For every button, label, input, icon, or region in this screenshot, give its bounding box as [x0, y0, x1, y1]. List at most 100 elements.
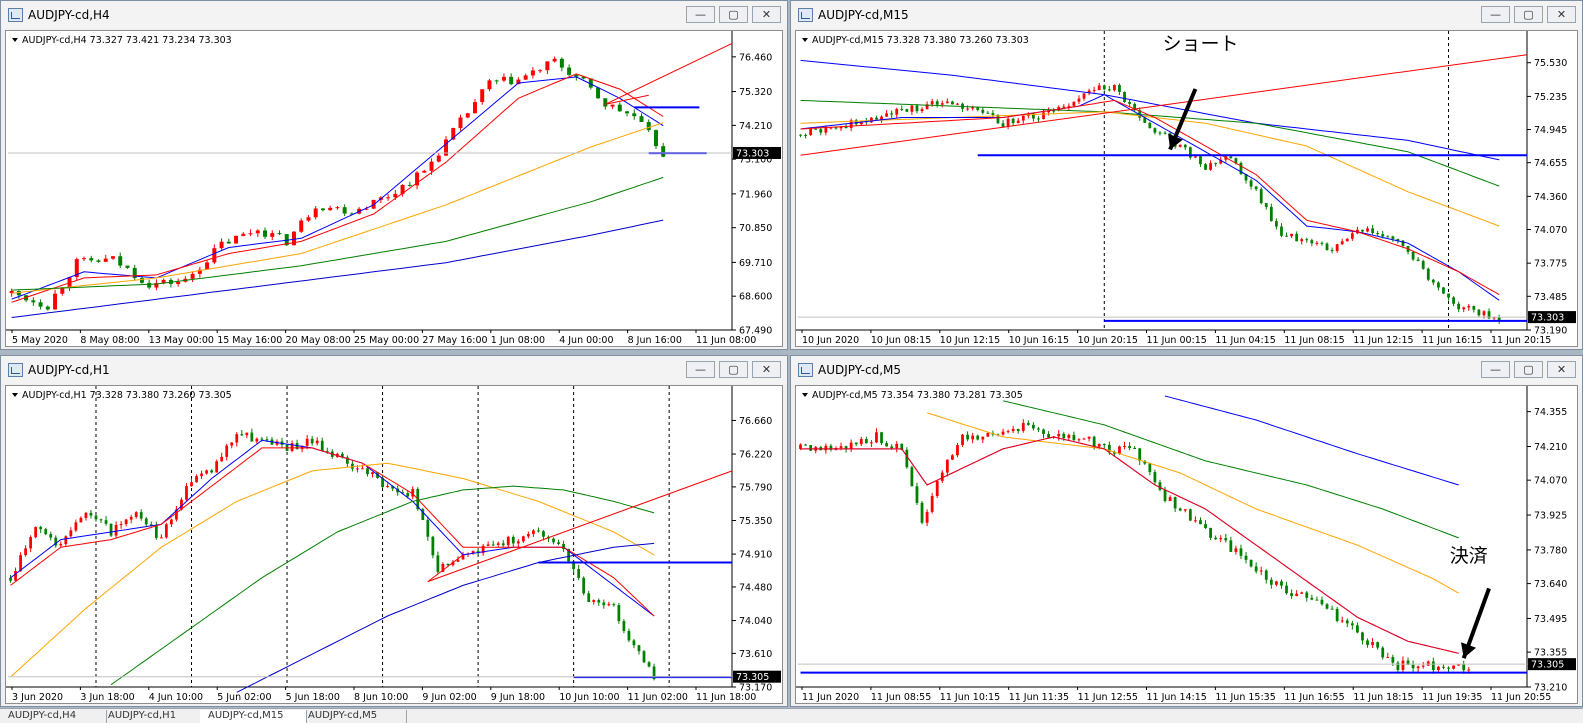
candle-body	[1361, 229, 1364, 232]
candle-body	[16, 290, 21, 296]
price-chart: 74.355 74.210 74.070 73.925 73.780 73.640 73.4…	[796, 386, 1576, 703]
candle-body	[875, 117, 878, 120]
candle-body	[1482, 311, 1486, 316]
candle-body	[809, 445, 813, 451]
time-tick-label: 9 Jun 02:00	[422, 692, 476, 703]
candle-body	[956, 444, 959, 456]
candle-body	[1244, 555, 1248, 560]
candle-body	[1102, 85, 1106, 90]
candle-body	[1011, 428, 1015, 432]
chart-window-h4[interactable]: AUDJPY-cd,H4— ▢ ✕ 76.460 75.320 74.210 73.100 7…	[0, 0, 788, 350]
candle-body	[617, 104, 622, 112]
candle-body	[930, 495, 934, 512]
time-tick-label: 11 Jun 16:15	[1422, 335, 1482, 346]
candle-body	[1072, 101, 1076, 106]
candle-body	[1300, 239, 1304, 242]
minimize-button[interactable]: —	[686, 361, 715, 378]
chart-area[interactable]: 76.660 76.220 75.790 75.350 74.910 74.480 74.0…	[5, 385, 783, 704]
close-button[interactable]: ✕	[752, 361, 781, 378]
candle-body	[1325, 604, 1329, 609]
candle-body	[509, 76, 514, 85]
candle-body	[110, 256, 115, 259]
candle-body	[1097, 85, 1101, 91]
time-tick-label: 10 Jun 16:15	[1009, 335, 1069, 346]
time-tick-label: 27 May 16:00	[422, 335, 487, 346]
price-tick-label: 73.355	[1534, 648, 1567, 659]
minimize-button[interactable]: —	[686, 6, 715, 23]
candle-body	[1153, 128, 1157, 133]
time-tick-label: 9 Jun 18:00	[491, 692, 545, 703]
time-tick-label: 11 Jun 00:15	[1147, 335, 1207, 346]
chart-window-icon	[798, 363, 813, 377]
candle-body	[552, 538, 555, 543]
candle-body	[1330, 608, 1334, 610]
candle-body	[366, 468, 369, 475]
maximize-button[interactable]: ▢	[719, 361, 748, 378]
tab-m15[interactable]: AUDJPY-cd,M15	[200, 710, 307, 723]
candle-body	[890, 446, 894, 449]
candle-body	[895, 443, 899, 449]
candle-body	[1168, 497, 1172, 501]
candle-body	[215, 461, 219, 473]
chart-area[interactable]: 75.530 75.235 74.945 74.655 74.360 74.070 73.7…	[795, 30, 1578, 347]
chart-window-m15[interactable]: AUDJPY-cd,M15 — ▢ ✕ 75.530 75.235 74.945 74.655…	[790, 0, 1583, 350]
time-tick-label: 25 May 00:00	[354, 335, 419, 346]
candle-body	[494, 80, 499, 82]
candle-body	[1209, 163, 1212, 170]
candle-body	[313, 208, 318, 218]
candle-body	[516, 541, 520, 544]
candle-body	[134, 512, 138, 517]
candle-body	[1361, 632, 1364, 641]
chart-window-h1[interactable]: AUDJPY-cd,H1— ▢ ✕ 76.660 76.220 75.790 75.350 7…	[0, 355, 788, 707]
candle-body	[429, 161, 434, 171]
candle-body	[521, 536, 525, 542]
close-button[interactable]: ✕	[1547, 361, 1576, 378]
candle-body	[1214, 537, 1218, 540]
candle-body	[255, 230, 260, 234]
candle-body	[1371, 228, 1374, 234]
minimize-button[interactable]: —	[1481, 6, 1510, 23]
candle-body	[1335, 244, 1339, 251]
maximize-button[interactable]: ▢	[1514, 361, 1543, 378]
candle-body	[1082, 438, 1086, 440]
candle-body	[1077, 98, 1081, 102]
time-tick-label: 10 Jun 20:15	[1078, 335, 1138, 346]
candle-body	[844, 446, 848, 449]
maximize-button[interactable]: ▢	[719, 6, 748, 23]
candle-body	[315, 440, 319, 444]
candle-body	[14, 570, 17, 581]
candle-body	[1082, 93, 1086, 99]
candle-body	[1062, 106, 1066, 108]
chart-window-m5[interactable]: AUDJPY-cd,M5— ▢ ✕ 74.355 74.210 74.070 73.925 7…	[790, 355, 1583, 707]
candle-body	[814, 128, 818, 130]
tab-h1[interactable]: AUDJPY-cd,H1	[100, 710, 207, 723]
price-tick-label: 74.070	[1534, 476, 1567, 487]
candle-body	[1001, 123, 1005, 127]
close-button[interactable]: ✕	[1547, 6, 1576, 23]
maximize-button[interactable]: ▢	[1514, 6, 1543, 23]
minimize-button[interactable]: —	[1481, 361, 1510, 378]
candle-body	[1426, 268, 1430, 280]
price-tick-label: 73.485	[1534, 292, 1567, 303]
candle-body	[1011, 118, 1015, 124]
price-tick-label: 74.070	[1534, 225, 1567, 236]
candle-body	[486, 544, 490, 546]
candle-body	[89, 258, 94, 261]
tab-h4[interactable]: AUDJPY-cd,H4	[0, 710, 107, 723]
candle-body	[940, 103, 944, 105]
candle-body	[1052, 110, 1056, 112]
price-chart: 75.530 75.235 74.945 74.655 74.360 74.070 73.7…	[796, 31, 1576, 346]
time-tick-label: 4 Jun 10:00	[149, 692, 203, 703]
price-tick-label: 74.210	[1534, 442, 1567, 453]
candle-body	[538, 70, 543, 72]
chart-area[interactable]: 76.460 75.320 74.210 73.100 71.960 70.850 69.7…	[5, 30, 783, 347]
candle-body	[82, 258, 87, 260]
price-tick-label: 73.780	[1534, 545, 1567, 556]
candle-body	[574, 74, 579, 77]
tab-m5[interactable]: AUDJPY-cd,M5	[300, 710, 407, 723]
close-button[interactable]: ✕	[752, 6, 781, 23]
price-tick-label: 76.660	[739, 416, 772, 427]
chart-area[interactable]: 74.355 74.210 74.070 73.925 73.780 73.640 73.4…	[795, 385, 1578, 704]
candle-body	[622, 621, 626, 631]
moving-average-line	[800, 99, 1500, 187]
